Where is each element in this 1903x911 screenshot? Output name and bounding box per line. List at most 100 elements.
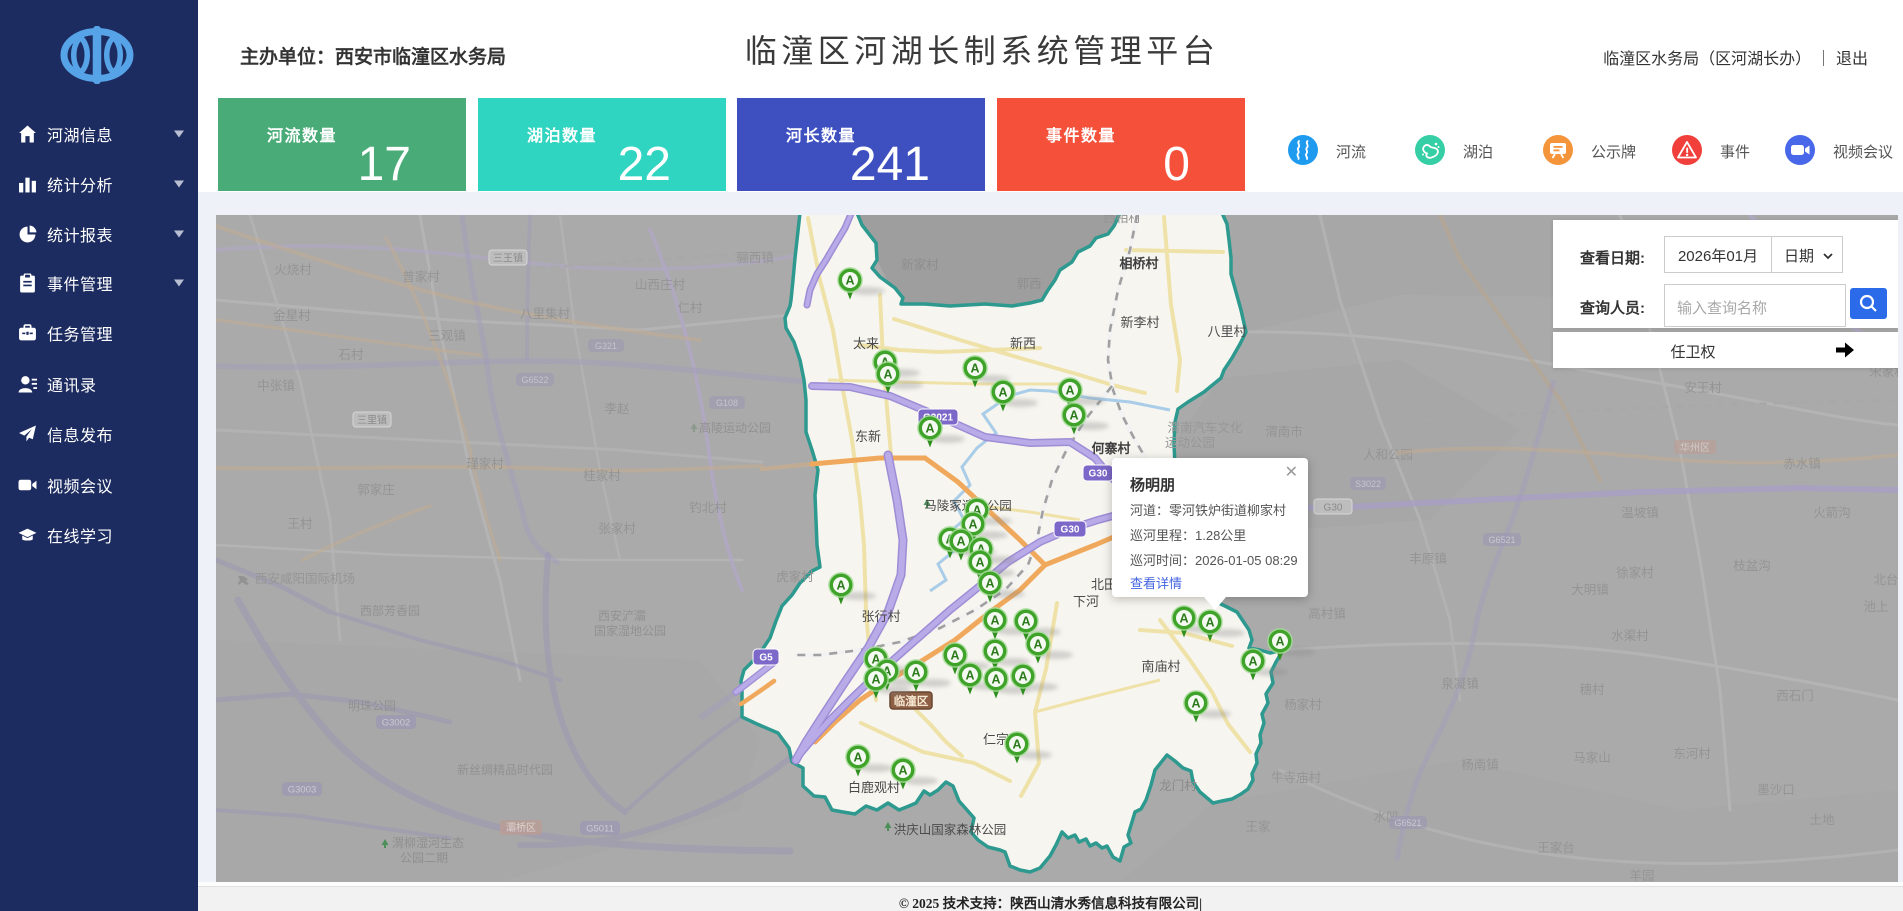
svg-text:A: A [991, 673, 1000, 687]
svg-text:A: A [950, 649, 959, 663]
svg-text:金星村: 金星村 [273, 308, 311, 323]
svg-text:A: A [871, 673, 880, 687]
svg-text:临潼区: 临潼区 [894, 694, 929, 708]
svg-text:瑾家村: 瑾家村 [466, 456, 504, 471]
svg-text:A: A [956, 535, 965, 549]
svg-text:泉凝镇: 泉凝镇 [1441, 676, 1479, 691]
svg-text:安王村: 安王村 [1684, 380, 1722, 395]
svg-text:丰原镇: 丰原镇 [1409, 552, 1447, 566]
svg-text:A: A [1018, 670, 1027, 684]
svg-text:A: A [1012, 738, 1021, 752]
svg-text:杨家村: 杨家村 [1284, 697, 1322, 712]
svg-text:渭南汽车文化: 渭南汽车文化 [1167, 420, 1243, 435]
svg-text:A: A [1248, 655, 1257, 669]
svg-text:火箭沟: 火箭沟 [1813, 505, 1851, 520]
svg-text:牛寺庙村: 牛寺庙村 [1271, 770, 1322, 785]
svg-text:G3003: G3003 [288, 785, 317, 796]
svg-text:王村: 王村 [287, 517, 313, 531]
svg-text:渭南市: 渭南市 [1265, 424, 1303, 439]
svg-text:G6521: G6521 [1394, 818, 1421, 828]
svg-text:S3022: S3022 [1355, 479, 1381, 489]
svg-text:杨南镇: 杨南镇 [1461, 757, 1499, 772]
svg-text:西石门: 西石门 [1776, 688, 1814, 703]
svg-text:虎家村: 虎家村 [776, 569, 814, 584]
svg-text:G30: G30 [1324, 503, 1343, 514]
svg-text:池上: 池上 [1863, 600, 1888, 614]
svg-text:羊园: 羊园 [1629, 868, 1654, 882]
svg-text:A: A [1191, 697, 1200, 711]
svg-text:马家山: 马家山 [1573, 750, 1611, 765]
svg-text:A: A [1065, 384, 1074, 398]
svg-text:郭西: 郭西 [1016, 276, 1041, 291]
svg-text:G108: G108 [716, 398, 738, 408]
svg-text:骊西镇: 骊西镇 [736, 251, 774, 265]
svg-text:穗村: 穗村 [1579, 683, 1605, 697]
svg-text:赤水镇: 赤水镇 [1783, 457, 1821, 471]
svg-text:A: A [883, 368, 892, 382]
svg-text:北台: 北台 [1873, 572, 1898, 587]
svg-text:新李村: 新李村 [1120, 315, 1159, 330]
svg-text:渭柳湿河生态: 渭柳湿河生态 [392, 835, 464, 850]
svg-text:G3002: G3002 [382, 718, 411, 729]
svg-text:白鹿观村: 白鹿观村 [848, 780, 900, 795]
svg-text:A: A [970, 362, 979, 376]
svg-text:土地: 土地 [1809, 813, 1835, 827]
svg-text:山西庄村: 山西庄村 [635, 277, 686, 292]
svg-text:中张镇: 中张镇 [257, 378, 295, 393]
svg-text:温坡镇: 温坡镇 [1621, 506, 1659, 520]
svg-text:灞桥区: 灞桥区 [506, 822, 536, 834]
svg-text:A: A [911, 666, 920, 680]
svg-text:仁村: 仁村 [677, 301, 703, 315]
svg-text:西相村: 西相村 [1103, 215, 1141, 225]
svg-text:A: A [898, 764, 907, 778]
svg-text:G5: G5 [759, 653, 773, 664]
svg-text:三观镇: 三观镇 [428, 329, 466, 343]
svg-text:张行村: 张行村 [861, 609, 900, 624]
svg-text:高陵运动公园: 高陵运动公园 [699, 420, 771, 435]
svg-text:八里集村: 八里集村 [520, 306, 571, 321]
svg-text:A: A [990, 614, 999, 628]
svg-text:G6521: G6521 [1488, 535, 1515, 545]
svg-text:钓北村: 钓北村 [689, 501, 727, 515]
svg-text:枝盆沟: 枝盆沟 [1733, 558, 1771, 573]
svg-text:郭家庄: 郭家庄 [357, 482, 395, 497]
svg-text:G5011: G5011 [586, 824, 614, 835]
svg-text:西安咸阳国际机场: 西安咸阳国际机场 [255, 571, 355, 586]
svg-text:G30: G30 [1061, 525, 1080, 536]
svg-text:徐家村: 徐家村 [1616, 565, 1654, 580]
svg-text:运动公园: 运动公园 [1165, 436, 1215, 450]
svg-text:A: A [1275, 635, 1284, 649]
svg-text:李赵: 李赵 [604, 401, 630, 416]
svg-text:A: A [1033, 638, 1042, 652]
svg-text:A: A [1179, 612, 1188, 626]
svg-text:相桥村: 相桥村 [1119, 256, 1158, 271]
svg-text:G30: G30 [1089, 469, 1108, 480]
svg-text:下河: 下河 [1073, 594, 1099, 609]
svg-text:公园二期: 公园二期 [400, 851, 448, 865]
svg-text:西部芳香园: 西部芳香园 [360, 603, 420, 618]
svg-text:A: A [845, 274, 854, 288]
svg-text:新丝绸精品时代园: 新丝绸精品时代园 [457, 762, 553, 777]
svg-text:A: A [975, 556, 984, 570]
svg-text:龙门村: 龙门村 [1159, 778, 1197, 793]
svg-text:A: A [836, 579, 845, 593]
svg-text:A: A [998, 386, 1007, 400]
svg-text:东新: 东新 [855, 429, 881, 444]
svg-text:A: A [1069, 409, 1078, 423]
svg-text:A: A [985, 577, 994, 591]
svg-text:张家村: 张家村 [598, 521, 636, 536]
svg-text:三里镇: 三里镇 [357, 414, 387, 427]
svg-text:A: A [968, 518, 977, 532]
svg-text:A: A [1021, 615, 1030, 629]
svg-text:A: A [965, 669, 974, 683]
svg-text:水渠村: 水渠村 [1611, 629, 1649, 643]
svg-text:国家湿地公园: 国家湿地公园 [594, 623, 666, 638]
svg-text:新家村: 新家村 [901, 257, 939, 272]
svg-text:新西: 新西 [1010, 336, 1036, 351]
svg-text:A: A [853, 751, 862, 765]
svg-text:洪庆山国家森林公园: 洪庆山国家森林公园 [894, 822, 1007, 837]
svg-text:东河村: 东河村 [1673, 747, 1711, 761]
svg-text:华州区: 华州区 [1680, 441, 1710, 454]
svg-text:石村: 石村 [338, 348, 364, 362]
svg-text:王家: 王家 [1245, 819, 1271, 834]
